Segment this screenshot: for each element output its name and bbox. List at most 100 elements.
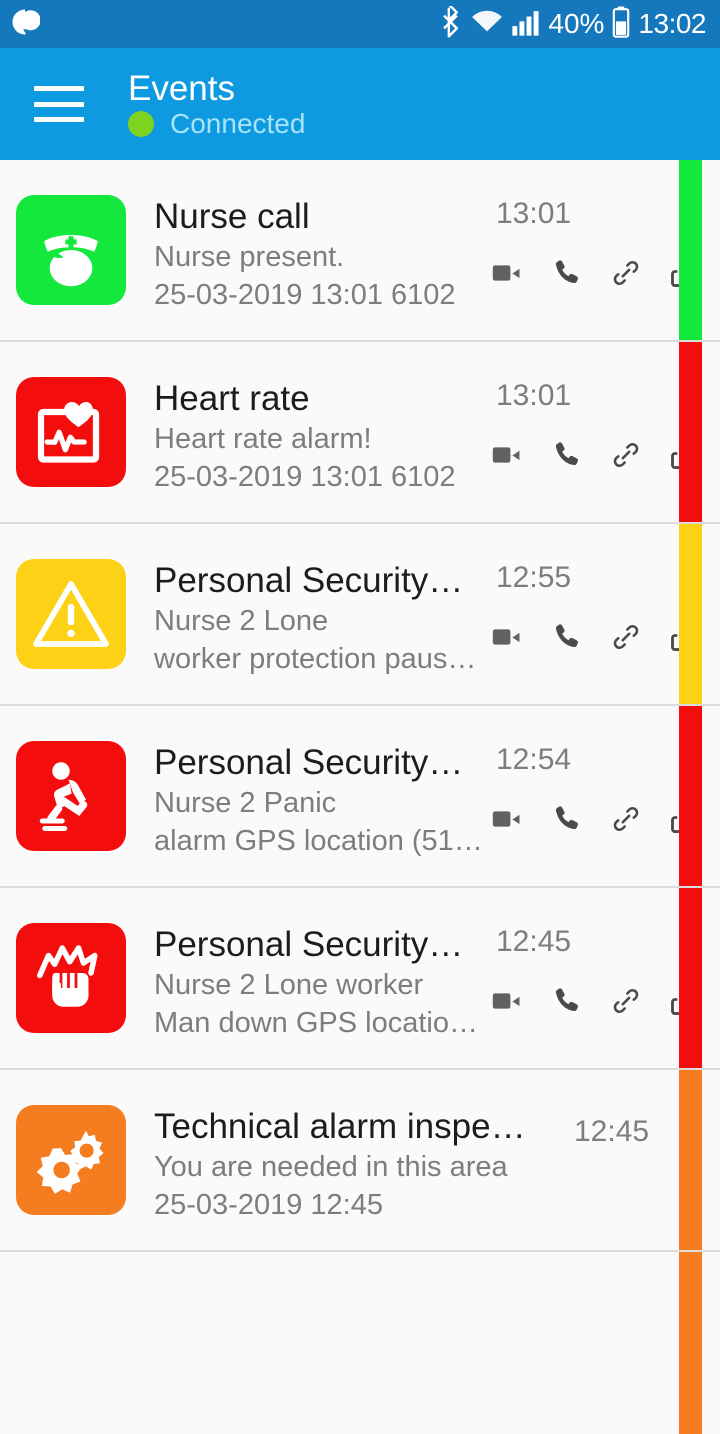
status-bar: 40% 13:02: [0, 0, 720, 48]
event-text-block: Personal Security… Nurse 2 Panic alarm GPS…: [154, 743, 490, 860]
phone-call-icon[interactable]: [550, 620, 584, 659]
event-title: Technical alarm inspecti…: [154, 1107, 540, 1146]
event-severity-strip: [679, 888, 702, 1068]
event-severity-strip: [679, 1070, 702, 1250]
link-icon[interactable]: [610, 621, 642, 658]
event-severity-strip: [679, 160, 702, 340]
warning-triangle-icon: [31, 574, 111, 654]
event-icon-tile: [16, 559, 126, 669]
event-row[interactable]: Technical alarm inspecti… You are needed …: [0, 1070, 720, 1252]
event-time: 13:01: [496, 379, 572, 412]
event-title: Personal Security…: [154, 743, 464, 782]
event-description-line2: alarm GPS location (51.…: [154, 825, 490, 858]
event-text-block: Nurse call Nurse present. 25-03-2019 13:01…: [154, 197, 490, 314]
phone-call-icon[interactable]: [550, 984, 584, 1023]
bluetooth-icon: [441, 3, 463, 43]
event-description-line2: Man down GPS location…: [154, 1007, 490, 1040]
event-title: Personal Security…: [154, 561, 464, 600]
link-icon[interactable]: [610, 985, 642, 1022]
link-icon[interactable]: [610, 439, 642, 476]
event-icon-tile: [16, 741, 126, 851]
event-row[interactable]: [0, 1252, 720, 1434]
cellular-signal-icon: [511, 7, 541, 42]
event-severity-strip: [679, 524, 702, 704]
fist-impact-icon: [31, 938, 111, 1018]
event-description-line1: Nurse 2 Panic: [154, 786, 337, 819]
connection-status-label: Connected: [170, 108, 306, 140]
event-icon-tile: [16, 195, 126, 305]
event-action-bar: [490, 255, 704, 296]
event-time: 12:54: [496, 743, 572, 776]
event-text-block: Personal Security… Nurse 2 Lone worker pro…: [154, 561, 490, 678]
falling-person-icon: [31, 756, 111, 836]
event-row[interactable]: Personal Security… Nurse 2 Panic alarm GPS…: [0, 706, 720, 888]
event-title: Nurse call: [154, 197, 310, 236]
event-icon-tile: [16, 1105, 126, 1215]
phone-call-icon[interactable]: [550, 802, 584, 841]
event-description-line1: Nurse present.: [154, 240, 345, 273]
event-time: 13:01: [496, 197, 572, 230]
video-call-icon[interactable]: [490, 620, 524, 659]
event-icon-tile: [16, 923, 126, 1033]
event-row-body: Heart rate Heart rate alarm! 25-03-2019 13…: [154, 377, 720, 493]
event-time: 12:45: [574, 1115, 650, 1148]
video-call-icon[interactable]: [490, 984, 524, 1023]
status-bar-right: 40% 13:02: [441, 3, 706, 43]
video-call-icon[interactable]: [490, 256, 524, 295]
event-severity-strip: [679, 706, 702, 886]
battery-percent-label: 40%: [548, 8, 605, 39]
event-list[interactable]: Nurse call Nurse present. 25-03-2019 13:01…: [0, 160, 720, 1434]
event-description-line1: You are needed in this area: [154, 1150, 508, 1183]
event-row-body: Personal Security… Nurse 2 Lone worker Man…: [154, 923, 720, 1039]
event-action-bar: [490, 437, 704, 478]
event-action-bar: [490, 619, 704, 660]
phone-call-icon[interactable]: [550, 438, 584, 477]
video-call-icon[interactable]: [490, 802, 524, 841]
page-title: Events: [128, 68, 235, 108]
app-bar-text-block: Events Connected: [128, 68, 305, 139]
status-bar-left: [10, 7, 41, 42]
event-description-line1: Heart rate alarm!: [154, 422, 372, 455]
event-description-line1: Nurse 2 Lone: [154, 604, 329, 637]
event-row[interactable]: Personal Security… Nurse 2 Lone worker Man…: [0, 888, 720, 1070]
event-severity-strip: [679, 1252, 702, 1434]
event-row-body: Nurse call Nurse present. 25-03-2019 13:01…: [154, 195, 720, 311]
battery-icon: [611, 6, 631, 43]
connection-status: Connected: [128, 110, 305, 138]
event-row-body: Personal Security… Nurse 2 Lone worker pro…: [154, 559, 720, 675]
event-description-line2: 25-03-2019 13:01 6102: [154, 279, 456, 312]
event-description-line2: 25-03-2019 13:01 6102: [154, 461, 456, 494]
status-bar-clock: 13:02: [638, 8, 706, 39]
gears-icon: [31, 1120, 111, 1200]
heart-rate-monitor-icon: [31, 392, 111, 472]
link-icon[interactable]: [610, 257, 642, 294]
event-time: 12:45: [496, 925, 572, 958]
event-time: 12:55: [496, 561, 572, 594]
event-icon-tile: [16, 377, 126, 487]
status-dot-icon: [128, 111, 154, 138]
event-action-bar: [490, 801, 704, 842]
event-severity-strip: [679, 342, 702, 522]
wifi-icon: [470, 7, 504, 42]
video-call-icon[interactable]: [490, 438, 524, 477]
event-row[interactable]: Nurse call Nurse present. 25-03-2019 13:01…: [0, 160, 720, 342]
event-description-line1: Nurse 2 Lone worker: [154, 968, 424, 1001]
event-description-line2: 25-03-2019 12:45: [154, 1189, 383, 1222]
phone-call-icon[interactable]: [550, 256, 584, 295]
event-row[interactable]: Personal Security… Nurse 2 Lone worker pro…: [0, 524, 720, 706]
app-bar: Events Connected: [0, 48, 720, 160]
event-title: Personal Security…: [154, 925, 464, 964]
event-text-block: Technical alarm inspecti… You are needed …: [154, 1107, 540, 1224]
event-action-bar: [490, 983, 704, 1024]
event-title: Heart rate: [154, 379, 310, 418]
event-text-block: Personal Security… Nurse 2 Lone worker Man…: [154, 925, 490, 1042]
event-text-block: Heart rate Heart rate alarm! 25-03-2019 13…: [154, 379, 490, 496]
link-icon[interactable]: [610, 803, 642, 840]
hamburger-menu-icon[interactable]: [34, 86, 84, 122]
event-row[interactable]: Heart rate Heart rate alarm! 25-03-2019 13…: [0, 342, 720, 524]
event-row-body: Personal Security… Nurse 2 Panic alarm GPS…: [154, 741, 720, 857]
event-row-body: Technical alarm inspecti… You are needed …: [154, 1105, 720, 1221]
nurse-cap-icon: [31, 210, 111, 290]
event-description-line2: worker protection paus…: [154, 643, 477, 676]
chat-bubble-icon: [10, 7, 41, 42]
